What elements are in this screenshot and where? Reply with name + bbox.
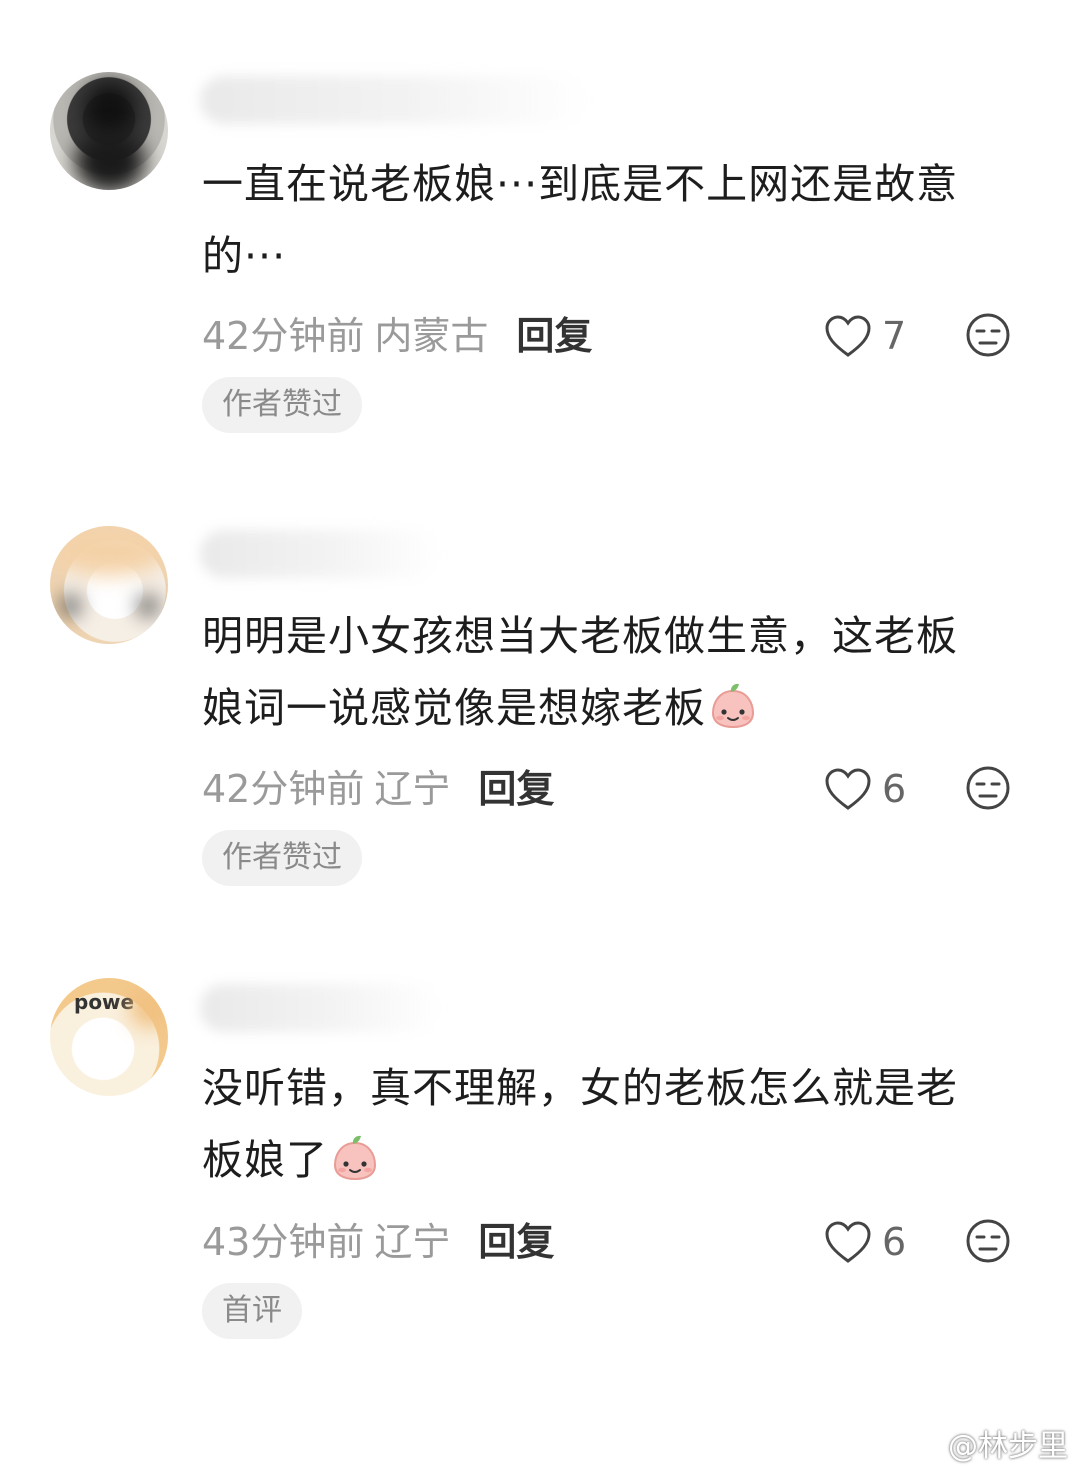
username[interactable] xyxy=(200,984,440,1032)
comment-meta: 43分钟前 辽宁 回复 6 xyxy=(202,1214,1042,1270)
location: 辽宁 xyxy=(374,767,451,811)
watermark-text: @林步里 xyxy=(948,1429,1068,1464)
avatar[interactable]: powe xyxy=(50,978,168,1096)
like-count: 7 xyxy=(882,314,907,358)
like-count: 6 xyxy=(882,1220,907,1264)
comment-meta: 42分钟前 内蒙古 回复 7 xyxy=(202,308,1042,364)
like-button[interactable]: 7 xyxy=(824,308,906,364)
avatar[interactable] xyxy=(50,72,168,190)
comment-text-line: 板娘了 xyxy=(202,1124,1042,1196)
dislike-icon[interactable] xyxy=(965,1218,1011,1264)
avatar[interactable] xyxy=(50,526,168,644)
like-button[interactable]: 6 xyxy=(824,761,906,817)
comment-text: 一直在说老板娘···到底是不上网还是故意 的··· xyxy=(202,148,1042,292)
like-count: 6 xyxy=(882,767,907,811)
status-badge: 首评 xyxy=(202,1283,302,1339)
comment-text-line: 没听错，真不理解，女的老板怎么就是老 xyxy=(202,1064,958,1112)
dislike-icon[interactable] xyxy=(965,312,1011,358)
location: 辽宁 xyxy=(374,1220,451,1264)
reply-button[interactable]: 回复 xyxy=(516,314,592,358)
comment-text-line: 的··· xyxy=(202,232,287,280)
like-button[interactable]: 6 xyxy=(824,1214,906,1270)
username[interactable] xyxy=(200,530,440,578)
username[interactable] xyxy=(200,76,590,124)
comment-text-line: 一直在说老板娘···到底是不上网还是故意 xyxy=(202,160,959,208)
weibo-logo-icon xyxy=(904,1430,940,1458)
avatar-text: powe xyxy=(74,990,135,1014)
comment-text: 没听错，真不理解，女的老板怎么就是老 板娘了 xyxy=(202,1052,1042,1196)
timestamp: 42分钟前 xyxy=(202,314,365,358)
reply-button[interactable]: 回复 xyxy=(478,1220,554,1264)
heart-icon xyxy=(825,768,871,810)
reply-button[interactable]: 回复 xyxy=(478,767,554,811)
comment-text: 明明是小女孩想当大老板做生意，这老板 娘词一说感觉像是想嫁老板 xyxy=(202,600,1042,744)
status-badge: 作者赞过 xyxy=(202,830,362,886)
heart-icon xyxy=(825,315,871,357)
location: 内蒙古 xyxy=(374,314,489,358)
peach-emoji-icon xyxy=(333,1135,377,1181)
comment-text-fragment: 板娘了 xyxy=(202,1136,328,1184)
comment-text-fragment: 娘词一说感觉像是想嫁老板 xyxy=(202,684,706,732)
peach-emoji-icon xyxy=(711,683,755,729)
comment-meta: 42分钟前 辽宁 回复 6 xyxy=(202,761,1042,817)
comment-text-line: 明明是小女孩想当大老板做生意，这老板 xyxy=(202,612,958,660)
status-badge: 作者赞过 xyxy=(202,377,362,433)
timestamp: 43分钟前 xyxy=(202,1220,365,1264)
timestamp: 42分钟前 xyxy=(202,767,365,811)
watermark: @林步里 xyxy=(904,1421,1068,1465)
dislike-icon[interactable] xyxy=(965,765,1011,811)
heart-icon xyxy=(825,1221,871,1263)
comment-text-line: 娘词一说感觉像是想嫁老板 xyxy=(202,672,1042,744)
